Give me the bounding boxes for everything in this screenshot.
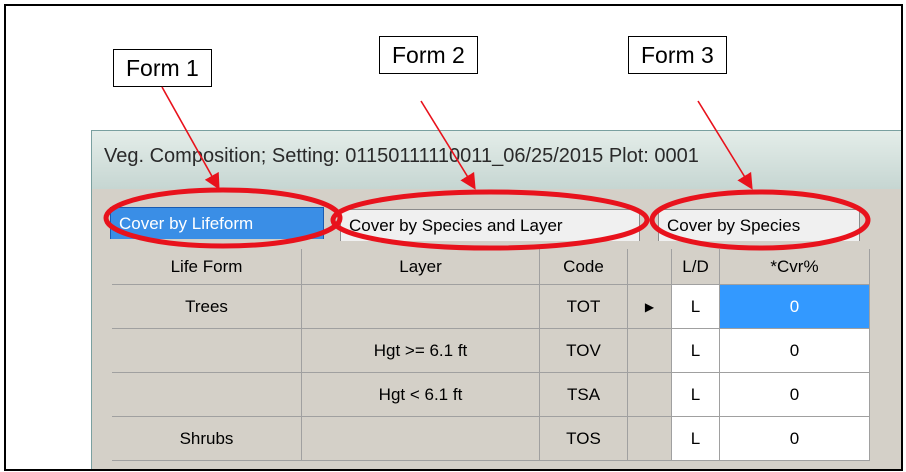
col-header-indicator [628, 249, 672, 285]
cell-cvr[interactable]: 0 [720, 417, 870, 461]
cell-cvr[interactable]: 0 [720, 329, 870, 373]
cell-layer: Hgt < 6.1 ft [302, 373, 540, 417]
window-title: Veg. Composition; Setting: 0115011111001… [104, 145, 699, 167]
cell-code: TOV [540, 329, 628, 373]
cell-ld[interactable]: L [672, 417, 720, 461]
callout-form-1: Form 1 [113, 49, 212, 87]
cell-life-form [112, 373, 302, 417]
cell-layer: Hgt >= 6.1 ft [302, 329, 540, 373]
cell-code: TOT [540, 285, 628, 329]
figure-frame: Form 1 Form 2 Form 3 Veg. Composition; S… [4, 4, 903, 471]
cell-layer [302, 285, 540, 329]
callout-form-3: Form 3 [628, 36, 727, 74]
cell-life-form: Shrubs [112, 417, 302, 461]
col-header-ld[interactable]: L/D [672, 249, 720, 285]
current-row-indicator-icon: ▶ [628, 285, 672, 329]
tab-strip: Cover by Lifeform Cover by Species and L… [110, 201, 901, 241]
col-header-cvr[interactable]: *Cvr% [720, 249, 870, 285]
window-titlebar[interactable]: Veg. Composition; Setting: 0115011111001… [92, 131, 901, 189]
cell-layer [302, 417, 540, 461]
cell-code: TOS [540, 417, 628, 461]
cell-ld[interactable]: L [672, 373, 720, 417]
col-header-layer[interactable]: Layer [302, 249, 540, 285]
tab-cover-by-species-and-layer[interactable]: Cover by Species and Layer [340, 209, 640, 241]
col-header-code[interactable]: Code [540, 249, 628, 285]
callout-form-2: Form 2 [379, 36, 478, 74]
cell-ld[interactable]: L [672, 329, 720, 373]
cell-cvr[interactable]: 0 [720, 373, 870, 417]
cell-ld[interactable]: L [672, 285, 720, 329]
col-header-life-form[interactable]: Life Form [112, 249, 302, 285]
cell-life-form [112, 329, 302, 373]
tab-cover-by-lifeform[interactable]: Cover by Lifeform [110, 207, 324, 239]
veg-composition-window: Veg. Composition; Setting: 0115011111001… [91, 130, 901, 469]
row-indicator [628, 373, 672, 417]
tab-cover-by-species[interactable]: Cover by Species [658, 209, 860, 241]
cell-life-form: Trees [112, 285, 302, 329]
row-indicator [628, 329, 672, 373]
row-indicator [628, 417, 672, 461]
cell-cvr-selected[interactable]: 0 [720, 285, 870, 329]
cell-code: TSA [540, 373, 628, 417]
